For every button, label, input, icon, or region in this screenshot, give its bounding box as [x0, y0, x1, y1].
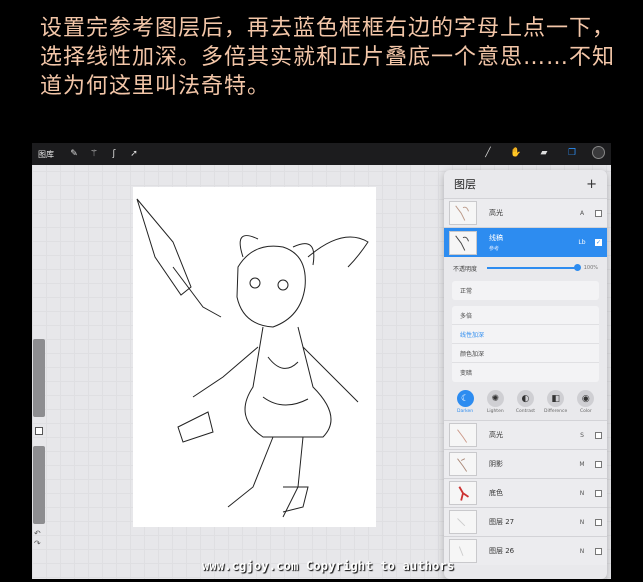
watermark-text: www.cgjoy.com Copyright to authors [202, 559, 455, 573]
reference-label: 参考 [489, 246, 500, 252]
transform-arrow-icon[interactable]: ➚ [124, 149, 144, 159]
layer-visibility-checkbox[interactable] [595, 518, 602, 526]
color-icon: ◉ [577, 390, 595, 407]
line-art-illustration [136, 198, 369, 518]
layer-name: 图层 27 [489, 518, 515, 526]
opacity-knob[interactable] [573, 264, 581, 271]
blend-contrast-button[interactable]: ◐ Contrast [511, 390, 539, 414]
layer-visibility-checkbox[interactable] [595, 489, 602, 497]
eraser-icon[interactable]: ▰ [536, 148, 552, 158]
layer-thumbnail [449, 201, 477, 225]
modify-button[interactable] [35, 427, 43, 435]
mode-color-burn[interactable]: 颜色加深 [452, 344, 599, 363]
undo-icon[interactable]: ↶ [34, 529, 41, 538]
layer-blend-mode-letter[interactable]: S [573, 432, 591, 439]
current-mode-box: 正常 [452, 281, 599, 300]
mode-linear-burn[interactable]: 线性加深 [452, 325, 599, 344]
layer-name-text: 线稿 [489, 234, 503, 242]
mode-darken[interactable]: 变暗 [452, 363, 599, 382]
left-sidebar: ↶ ↷ [32, 339, 46, 549]
magic-wand-icon[interactable]: ⚚ [84, 149, 104, 159]
layer-name: 高光 [489, 431, 503, 439]
layer-name: 图层 26 [489, 547, 515, 555]
layer-blend-mode-letter[interactable]: N [573, 548, 591, 555]
layer-name: 底色 [489, 489, 503, 497]
blend-color-button[interactable]: ◉ Color [572, 390, 600, 414]
layer-row[interactable]: 阴影 M [444, 449, 607, 478]
layer-thumbnail [449, 452, 477, 476]
blend-label: Darken [457, 409, 474, 414]
caption-text: 设置完参考图层后，再去蓝色框框右边的字母上点一下，选择线性加深。多倍其实就和正片… [40, 16, 616, 99]
color-picker-icon[interactable] [592, 146, 605, 159]
blend-label: Contrast [515, 409, 536, 414]
blend-darken-button[interactable]: ☾ Darken [451, 390, 479, 414]
opacity-label: 不透明度 [453, 265, 478, 273]
opacity-row: 不透明度 100% [444, 257, 607, 279]
smudge-icon[interactable]: ✋ [508, 148, 524, 158]
layer-visibility-checkbox[interactable] [595, 547, 602, 555]
layers-panel: 图层 + 高光 A 线稿 参考 Lb 不透明度 100% [444, 170, 607, 579]
layer-row[interactable]: 底色 N [444, 478, 607, 507]
brush-size-slider[interactable] [33, 339, 45, 417]
gallery-button[interactable]: 图库 [38, 149, 54, 160]
top-toolbar: 图库 ✎ ⚚ ʃ ➚ ╱ ✋ ▰ ❐ [32, 143, 611, 165]
opacity-slider[interactable] [33, 446, 45, 524]
layers-header: 图层 + [444, 170, 607, 198]
layer-name: 阴影 [489, 460, 503, 468]
brush-icon[interactable]: ╱ [480, 148, 496, 158]
layer-row[interactable]: 高光 A [444, 198, 607, 227]
layer-thumbnail [449, 481, 477, 505]
redo-icon[interactable]: ↷ [34, 539, 41, 548]
opacity-fill [487, 267, 578, 269]
moon-icon: ☾ [456, 390, 474, 407]
blend-category-bar: ☾ Darken ✺ Lighten ◐ Contrast ◧ Differen… [444, 382, 607, 416]
layer-blend-mode-letter[interactable]: N [573, 519, 591, 526]
layer-visibility-checkbox[interactable] [595, 460, 602, 468]
layer-row-selected[interactable]: 线稿 参考 Lb [444, 227, 607, 257]
layer-thumbnail [449, 230, 477, 255]
drawing-canvas[interactable] [133, 187, 376, 527]
difference-icon: ◧ [547, 390, 565, 407]
mode-multiply[interactable]: 多倍 [452, 306, 599, 325]
layer-name: 高光 [489, 209, 503, 217]
add-layer-button[interactable]: + [586, 177, 597, 192]
layer-row[interactable]: 高光 S [444, 420, 607, 449]
blend-mode-list: 多倍 线性加深 颜色加深 变暗 [452, 306, 599, 382]
opacity-slider[interactable] [487, 264, 581, 271]
contrast-icon: ◐ [516, 390, 534, 407]
blend-label: Lighten [486, 409, 504, 414]
layers-icon[interactable]: ❐ [564, 148, 580, 158]
procreate-screen: 图库 ✎ ⚚ ʃ ➚ ╱ ✋ ▰ ❐ ↶ ↷ 图层 + 高光 A 线稿 参考 L… [32, 143, 611, 579]
layer-visibility-checkbox[interactable] [595, 209, 602, 217]
blend-label: Difference [544, 409, 568, 414]
layer-blend-mode-letter[interactable]: N [573, 490, 591, 497]
opacity-value: 100% [583, 265, 598, 271]
blend-difference-button[interactable]: ◧ Difference [542, 390, 570, 414]
blend-lighten-button[interactable]: ✺ Lighten [481, 390, 509, 414]
mode-normal[interactable]: 正常 [452, 281, 599, 300]
layer-blend-mode-letter[interactable]: Lb [573, 239, 591, 246]
layer-thumbnail [449, 423, 477, 447]
layer-row[interactable]: 图层 27 N [444, 507, 607, 536]
sun-icon: ✺ [486, 390, 504, 407]
blend-label: Color [579, 409, 592, 414]
layer-visibility-checkbox[interactable] [595, 431, 602, 439]
layer-blend-mode-letter[interactable]: A [573, 210, 591, 217]
layer-visibility-checkbox[interactable] [595, 239, 602, 246]
selection-icon[interactable]: ʃ [104, 149, 124, 159]
layer-blend-mode-letter[interactable]: M [573, 461, 591, 468]
wrench-icon[interactable]: ✎ [64, 149, 84, 159]
layer-name: 线稿 参考 [489, 233, 573, 252]
layers-title: 图层 [454, 178, 476, 191]
layer-row[interactable]: 图层 26 N [444, 536, 607, 565]
layer-thumbnail [449, 510, 477, 534]
